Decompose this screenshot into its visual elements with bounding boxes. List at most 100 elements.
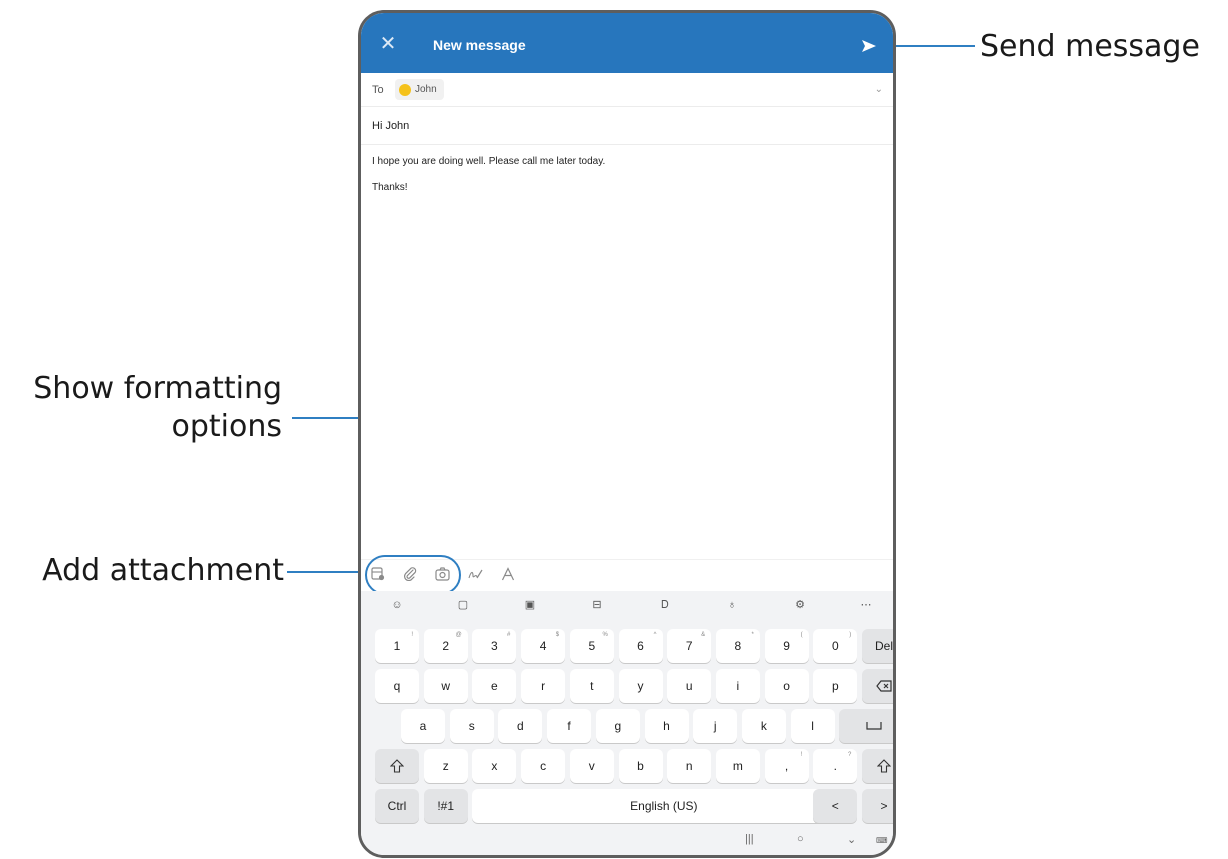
key-label: q [393, 679, 401, 693]
key-label: < [831, 799, 839, 813]
key-6[interactable]: 6 ^ [618, 629, 663, 663]
close-icon[interactable]: ✕ [377, 33, 399, 55]
key-secondary-label: ! [800, 752, 803, 758]
key-g[interactable]: g [595, 709, 640, 743]
key-label: v [588, 759, 595, 773]
key-secondary-label: ? [847, 752, 852, 758]
callout-formatting-options: Show formatting options [33, 371, 282, 444]
keyboard-switch-icon[interactable]: ⌨ [876, 836, 888, 845]
key-r[interactable]: r [521, 669, 566, 703]
handwriting-icon[interactable] [466, 567, 484, 585]
key-z[interactable]: z [423, 749, 468, 783]
key-label: l [811, 719, 814, 733]
key-label: > [880, 799, 888, 813]
space-key[interactable]: English (US) [472, 789, 856, 823]
body-text-line[interactable]: Thanks! [372, 182, 408, 193]
key-label: English (US) [630, 799, 698, 813]
key-u[interactable]: u [667, 669, 712, 703]
send-icon[interactable] [862, 39, 876, 57]
key-secondary-label: ) [849, 632, 852, 638]
key-p[interactable]: p [813, 669, 858, 703]
key-q[interactable]: q [375, 669, 419, 703]
key-y[interactable]: y [618, 669, 663, 703]
key-2[interactable]: 2 @ [423, 629, 468, 663]
clipboard-icon[interactable]: ▢ [455, 597, 471, 613]
key-d[interactable]: d [498, 709, 543, 743]
handwriting-icon[interactable]: Ꭰ [657, 597, 673, 613]
key-5[interactable]: 5% [569, 629, 614, 663]
key-3[interactable]: 3 # [472, 629, 517, 663]
to-label: To [372, 84, 384, 96]
key-l[interactable]: l [790, 709, 835, 743]
key-e[interactable]: e [472, 669, 517, 703]
key-7[interactable]: 7 & [667, 629, 712, 663]
key-secondary-label: % [602, 632, 608, 638]
key-label: 5 [588, 639, 596, 653]
backspace-key[interactable] [862, 669, 893, 703]
emoji-icon[interactable]: ☺ [389, 597, 405, 613]
key-secondary-label: ( [800, 632, 803, 638]
key-x[interactable]: x [472, 749, 517, 783]
key-label: m [732, 759, 743, 773]
left-arrow-key[interactable]: < [813, 789, 858, 823]
key-4[interactable]: 4 $ [521, 629, 566, 663]
settings-icon[interactable]: ⚙ [792, 597, 808, 613]
enter-key[interactable] [839, 709, 893, 743]
text-format-icon[interactable] [499, 567, 517, 585]
key-k[interactable]: k [741, 709, 786, 743]
delete-key[interactable]: Del [862, 629, 893, 663]
key-1[interactable]: 1! [375, 629, 419, 663]
key-9[interactable]: 9( [764, 629, 809, 663]
key-label: !#1 [437, 799, 455, 813]
ctrl-key[interactable]: Ctrl [375, 789, 419, 823]
key-s[interactable]: s [449, 709, 494, 743]
key-label: 4 [539, 639, 547, 653]
key-f[interactable]: f [547, 709, 592, 743]
chevron-down-icon[interactable]: ⌄ [875, 84, 883, 95]
more-icon[interactable]: ⋯ [858, 597, 874, 613]
body-text-line[interactable]: I hope you are doing well. Please call m… [372, 156, 605, 167]
recipient-chip[interactable]: John [395, 79, 444, 100]
key-m[interactable]: m [715, 749, 760, 783]
key-t[interactable]: t [569, 669, 614, 703]
key-.[interactable]: .? [813, 749, 858, 783]
key-label: . [833, 759, 837, 773]
key-n[interactable]: n [667, 749, 712, 783]
hide-keyboard-icon[interactable]: ⌄ [847, 833, 856, 846]
sticker-icon[interactable]: ⊟ [589, 597, 605, 613]
key-secondary-label: ! [411, 632, 413, 638]
key-label: , [784, 759, 789, 773]
keyboard-mode-icon[interactable]: ▣ [522, 597, 538, 613]
key-j[interactable]: j [693, 709, 738, 743]
key-i[interactable]: i [715, 669, 760, 703]
key-secondary-label: $ [555, 632, 560, 638]
key-b[interactable]: b [618, 749, 663, 783]
key-a[interactable]: a [401, 709, 445, 743]
recent-apps-icon[interactable]: ||| [745, 833, 754, 845]
key-,[interactable]: ,! [764, 749, 809, 783]
attachment-highlight [365, 555, 461, 595]
key-label: 0 [831, 639, 839, 653]
symbols-key[interactable]: !#1 [423, 789, 468, 823]
shift-key-left[interactable] [375, 749, 419, 783]
key-0[interactable]: 0) [813, 629, 858, 663]
shift-key-right[interactable] [862, 749, 893, 783]
microphone-icon[interactable]: ♁ [724, 597, 740, 613]
subject-field[interactable]: Hi John [361, 107, 893, 145]
to-field[interactable]: To John ⌄ [361, 73, 893, 107]
key-c[interactable]: c [521, 749, 566, 783]
key-label: 7 [685, 639, 693, 653]
home-icon[interactable]: ○ [797, 833, 804, 845]
key-label: o [783, 679, 790, 693]
key-label: r [541, 679, 546, 693]
key-h[interactable]: h [644, 709, 689, 743]
key-8[interactable]: 8 * [715, 629, 760, 663]
key-label: Ctrl [387, 799, 407, 813]
recipient-name: John [415, 84, 437, 95]
key-label: k [760, 719, 767, 733]
key-label: p [831, 679, 839, 693]
right-arrow-key[interactable]: > [862, 789, 893, 823]
key-v[interactable]: v [569, 749, 614, 783]
key-w[interactable]: w [423, 669, 468, 703]
key-o[interactable]: o [764, 669, 809, 703]
